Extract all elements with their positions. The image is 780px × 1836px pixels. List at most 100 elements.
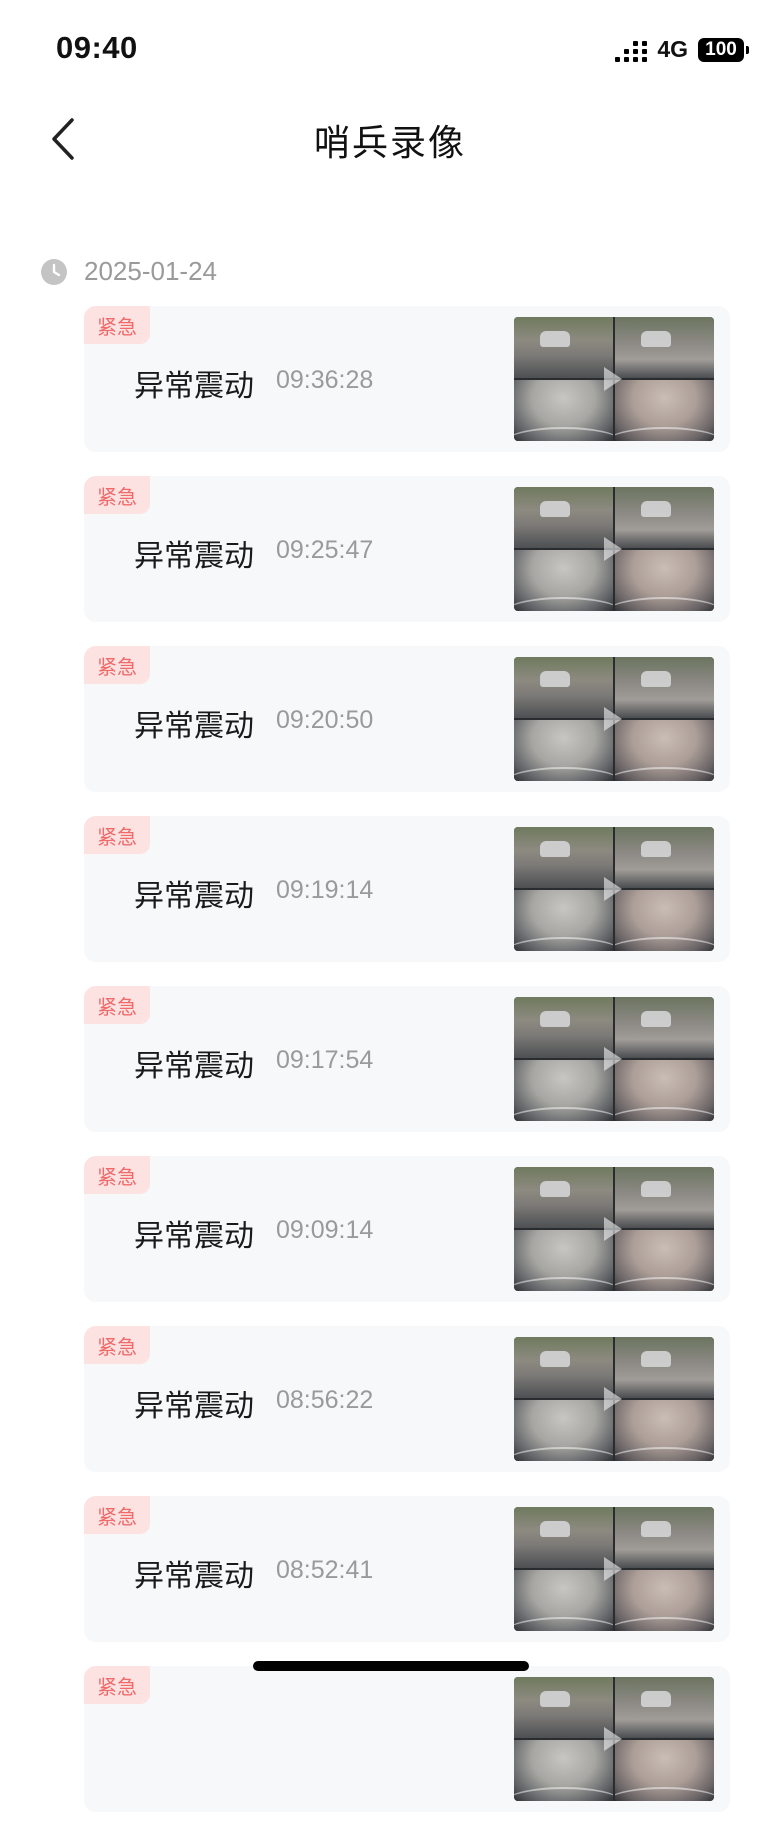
front-camera-view [514, 487, 613, 548]
event-time: 09:17:54 [276, 1046, 374, 1074]
front-camera-view [514, 317, 613, 378]
event-label: 异常震动 [134, 1049, 254, 1084]
front-camera-view [514, 1167, 613, 1228]
front-camera-view [514, 1677, 613, 1738]
event-time: 09:19:14 [276, 876, 374, 904]
rear-camera-view [615, 997, 714, 1058]
play-icon [604, 1047, 622, 1071]
left-camera-view [514, 1230, 613, 1291]
page-title: 哨兵录像 [313, 123, 466, 164]
network-label: 4G [657, 36, 688, 62]
rear-camera-view [615, 1507, 714, 1568]
left-camera-view [514, 1570, 613, 1631]
recording-card[interactable]: 紧急 异常震动 09:19:14 [84, 816, 730, 962]
right-camera-view [615, 1570, 714, 1631]
urgent-badge: 紧急 [84, 816, 150, 854]
front-camera-view [514, 1337, 613, 1398]
front-camera-view [514, 657, 613, 718]
video-thumbnail[interactable] [514, 1167, 714, 1291]
rear-camera-view [615, 1167, 714, 1228]
event-label: 异常震动 [134, 879, 254, 914]
date-label: 2025-01-24 [84, 256, 217, 286]
play-icon [604, 1557, 622, 1581]
date-group-header: 2025-01-24 [40, 256, 217, 287]
event-time: 09:20:50 [276, 706, 374, 734]
urgent-badge: 紧急 [84, 1666, 150, 1704]
right-camera-view [615, 720, 714, 781]
urgent-badge: 紧急 [84, 986, 150, 1024]
rear-camera-view [615, 657, 714, 718]
play-icon [604, 877, 622, 901]
recording-card[interactable]: 紧急 异常震动 09:36:28 [84, 306, 730, 452]
recording-card[interactable]: 紧急 异常震动 09:20:50 [84, 646, 730, 792]
urgent-badge: 紧急 [84, 1496, 150, 1534]
right-camera-view [615, 890, 714, 951]
right-camera-view [615, 380, 714, 441]
event-time: 09:09:14 [276, 1216, 374, 1244]
event-label: 异常震动 [134, 1389, 254, 1424]
signal-icon [615, 38, 648, 62]
play-icon [604, 1387, 622, 1411]
left-camera-view [514, 1400, 613, 1461]
right-camera-view [615, 550, 714, 611]
play-icon [604, 367, 622, 391]
video-thumbnail[interactable] [514, 657, 714, 781]
event-label: 异常震动 [134, 1219, 254, 1254]
event-label: 异常震动 [134, 1559, 254, 1594]
video-thumbnail[interactable] [514, 1337, 714, 1461]
event-time: 09:25:47 [276, 536, 374, 564]
nav-bar: 哨兵录像 [0, 100, 780, 180]
right-camera-view [615, 1400, 714, 1461]
home-indicator[interactable] [253, 1661, 529, 1671]
urgent-badge: 紧急 [84, 306, 150, 344]
recording-card[interactable]: 紧急 异常震动 09:25:47 [84, 476, 730, 622]
video-thumbnail[interactable] [514, 317, 714, 441]
event-time: 09:36:28 [276, 366, 374, 394]
rear-camera-view [615, 487, 714, 548]
play-icon [604, 707, 622, 731]
battery-icon: 100 [698, 37, 749, 62]
play-icon [604, 537, 622, 561]
clock-icon [41, 258, 67, 285]
urgent-badge: 紧急 [84, 1156, 150, 1194]
left-camera-view [514, 720, 613, 781]
status-time: 09:40 [56, 30, 138, 65]
right-camera-view [615, 1230, 714, 1291]
recording-card[interactable]: 紧急 异常震动 08:56:22 [84, 1326, 730, 1472]
front-camera-view [514, 1507, 613, 1568]
left-camera-view [514, 890, 613, 951]
event-time: 08:52:41 [276, 1556, 374, 1584]
video-thumbnail[interactable] [514, 997, 714, 1121]
front-camera-view [514, 997, 613, 1058]
right-camera-view [615, 1740, 714, 1801]
left-camera-view [514, 1060, 613, 1121]
front-camera-view [514, 827, 613, 888]
recording-card[interactable]: 紧急 异常震动 08:52:41 [84, 1496, 730, 1642]
event-label: 异常震动 [134, 709, 254, 744]
recording-card[interactable]: 紧急 异常震动 09:17:54 [84, 986, 730, 1132]
rear-camera-view [615, 827, 714, 888]
rear-camera-view [615, 1677, 714, 1738]
urgent-badge: 紧急 [84, 476, 150, 514]
left-camera-view [514, 550, 613, 611]
recording-list: 紧急 异常震动 09:36:28 紧急 异常震动 09:25:47 紧急 异常震… [84, 306, 730, 1836]
status-indicators: 4G 100 [615, 36, 749, 63]
right-camera-view [615, 1060, 714, 1121]
battery-level: 100 [705, 38, 737, 60]
video-thumbnail[interactable] [514, 1677, 714, 1801]
event-label: 异常震动 [134, 369, 254, 404]
play-icon [604, 1217, 622, 1241]
event-label: 异常震动 [134, 539, 254, 574]
play-icon [604, 1727, 622, 1751]
left-camera-view [514, 380, 613, 441]
recording-card[interactable]: 紧急 异常震动 09:09:14 [84, 1156, 730, 1302]
event-time: 08:56:22 [276, 1386, 374, 1414]
video-thumbnail[interactable] [514, 827, 714, 951]
video-thumbnail[interactable] [514, 487, 714, 611]
left-camera-view [514, 1740, 613, 1801]
rear-camera-view [615, 317, 714, 378]
video-thumbnail[interactable] [514, 1507, 714, 1631]
urgent-badge: 紧急 [84, 1326, 150, 1364]
rear-camera-view [615, 1337, 714, 1398]
urgent-badge: 紧急 [84, 646, 150, 684]
